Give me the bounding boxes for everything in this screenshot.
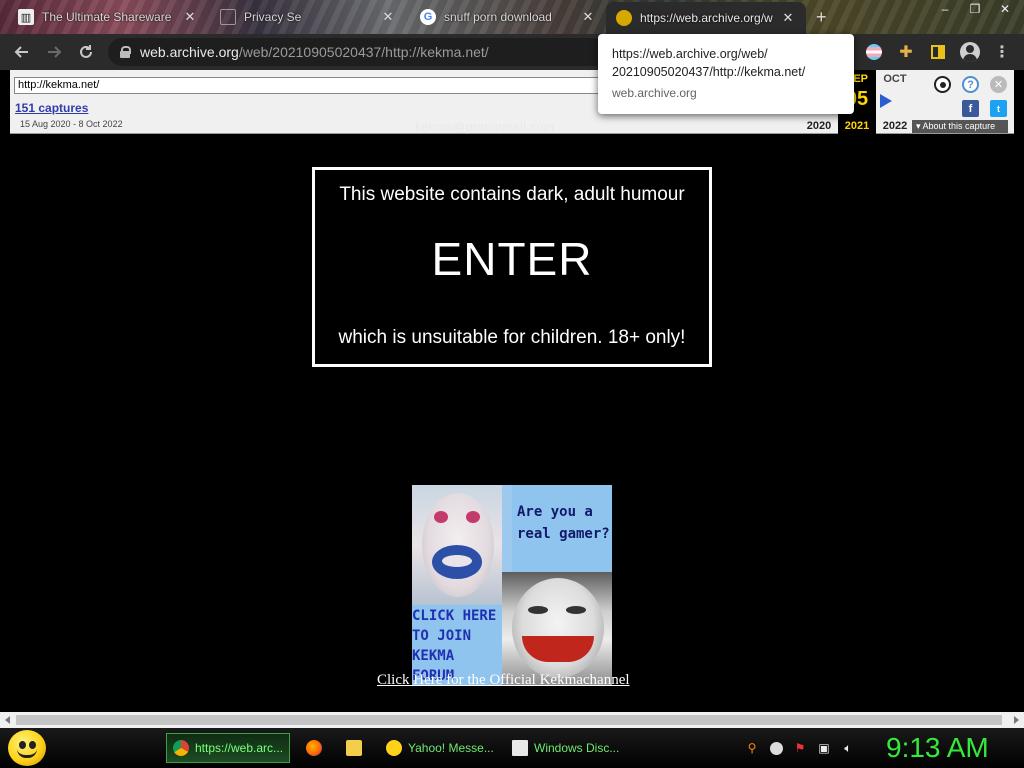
browser-toolbar: web.archive.org/web/20210905020437/http:… (0, 34, 1024, 70)
tab-google-search[interactable]: G snuff porn download ✕ (410, 2, 606, 32)
tab-title: snuff porn download (444, 10, 552, 24)
calendar-column-2022[interactable]: OCT 2022 (876, 70, 914, 134)
document-icon (512, 740, 528, 756)
forum-question-text: Are you a real gamer? (517, 504, 610, 542)
enter-link[interactable]: ENTER (315, 232, 709, 286)
close-icon[interactable]: ✕ (780, 10, 796, 26)
start-button-smiley-icon[interactable] (8, 730, 46, 766)
scroll-right-arrow-icon[interactable] (1014, 716, 1019, 724)
lock-icon (120, 46, 131, 58)
tab-privacy[interactable]: Privacy Se ✕ (210, 2, 406, 32)
clown-child-photo (412, 485, 502, 605)
horizontal-scrollbar[interactable] (0, 712, 1024, 728)
tab-title: https://web.archive.org/w (640, 11, 773, 25)
blank-page-icon (220, 9, 236, 25)
yahoo-messenger-icon (386, 740, 402, 756)
forward-arrow-icon (48, 46, 62, 58)
tab-web-archive[interactable]: https://web.archive.org/w ✕ (606, 2, 806, 34)
url-path: /web/20210905020437/http://kekma.net/ (238, 44, 489, 60)
warning-bottom-text: which is unsuitable for children. 18+ on… (338, 327, 686, 348)
taskbar-item-firefox[interactable] (300, 733, 332, 763)
reload-icon (80, 45, 92, 58)
network-icon[interactable]: ▣ (816, 740, 832, 756)
firefox-icon (306, 740, 322, 756)
about-label: About this capture (922, 121, 996, 131)
year-label: 2020 (806, 120, 832, 132)
next-capture-arrow-icon[interactable] (880, 94, 892, 108)
messenger-tray-icon[interactable] (768, 740, 784, 756)
tooltip-domain: web.archive.org (612, 86, 697, 100)
page-email-text: kekma@protonmail.com (415, 120, 555, 134)
close-icon[interactable]: ✕ (380, 9, 396, 25)
tab-title: Privacy Se (244, 10, 302, 24)
enter-warning-box[interactable]: This website contains dark, adult humour… (312, 167, 712, 367)
about-this-capture-button[interactable]: ▾ About this capture (912, 120, 1008, 133)
window-close-button[interactable]: ✕ (990, 0, 1020, 18)
scrollbar-thumb[interactable] (16, 715, 1002, 725)
captures-link[interactable]: 151 captures (15, 101, 88, 115)
capture-date-range: 15 Aug 2020 - 8 Oct 2022 (20, 119, 123, 129)
taskbar: https://web.arc... Yahoo! Messe... Windo… (0, 728, 1024, 768)
scroll-left-arrow-icon[interactable] (5, 716, 10, 724)
search-icon[interactable]: ⚲ (744, 740, 760, 756)
tooltip-url-line1: https://web.archive.org/web/ (612, 47, 768, 61)
sidebar-reading-list-icon[interactable] (928, 42, 948, 62)
pride-flag-extension-icon[interactable] (864, 42, 884, 62)
screen: ▥ The Ultimate Shareware ✕ Privacy Se ✕ … (0, 0, 1024, 768)
reload-button[interactable] (74, 40, 98, 64)
forward-button[interactable] (42, 40, 66, 64)
back-arrow-icon (14, 46, 28, 58)
task-label: Yahoo! Messe... (408, 741, 494, 755)
task-label: https://web.arc... (195, 741, 284, 755)
official-kekmachannel-link[interactable]: Click Here for the Official Kekmachannel (377, 672, 630, 689)
extensions-puzzle-icon[interactable]: ✚ (896, 42, 916, 62)
tab-title: The Ultimate Shareware (42, 10, 172, 24)
volume-icon[interactable]: 🔈︎ (840, 740, 856, 756)
taskbar-clock[interactable]: 9:13 AM (886, 732, 989, 764)
user-account-icon[interactable] (934, 76, 951, 93)
forum-banner-image[interactable]: Are you a real gamer? CLICK HERE TO JOIN… (412, 485, 612, 685)
smiley-eye (19, 741, 26, 749)
clown-man-photo (502, 572, 612, 685)
url-host: web.archive.org (140, 44, 239, 60)
action-center-flag-icon[interactable]: ⚑ (792, 740, 808, 756)
facebook-icon[interactable]: f (962, 100, 979, 117)
profile-avatar-icon[interactable] (960, 42, 980, 62)
tooltip-url-line2: 20210905020437/http://kekma.net/ (612, 65, 806, 79)
google-icon: G (420, 9, 436, 25)
back-button[interactable] (10, 40, 34, 64)
twitter-icon[interactable]: t (990, 100, 1007, 117)
browser-tab-strip: ▥ The Ultimate Shareware ✕ Privacy Se ✕ … (0, 0, 1024, 34)
wayback-icons: ? ✕ f t (930, 74, 1010, 122)
warning-top-text: This website contains dark, adult humour (339, 184, 685, 205)
close-wayback-icon[interactable]: ✕ (990, 76, 1007, 93)
minimize-button[interactable]: – (930, 0, 960, 18)
new-tab-button[interactable]: + (816, 7, 827, 28)
smiley-eye (29, 741, 36, 749)
task-label: Windows Disc... (534, 741, 620, 755)
taskbar-item-windows-disc[interactable]: Windows Disc... (506, 733, 626, 763)
wayback-url-input[interactable]: http://kekma.net/ (14, 77, 614, 94)
archive-icon: ▥ (18, 9, 34, 25)
smiley-mouth (17, 749, 37, 758)
folder-icon (346, 740, 362, 756)
taskbar-item-folder[interactable] (340, 733, 372, 763)
year-label: 2022 (882, 120, 908, 132)
help-icon[interactable]: ? (962, 76, 979, 93)
chrome-icon (173, 740, 189, 756)
tab-shareware[interactable]: ▥ The Ultimate Shareware ✕ (8, 2, 208, 32)
close-icon[interactable]: ✕ (580, 9, 596, 25)
maximize-button[interactable]: ❐ (960, 0, 990, 18)
menu-kebab-icon[interactable]: ⋮ (992, 42, 1012, 62)
taskbar-item-yahoo-messenger[interactable]: Yahoo! Messe... (380, 733, 498, 763)
tab-hover-tooltip: https://web.archive.org/web/ 20210905020… (598, 34, 854, 114)
web-archive-favicon-icon (616, 10, 632, 26)
year-label: 2021 (844, 120, 870, 132)
wayback-toolbar: http://kekma.net/ 151 captures 15 Aug 20… (10, 70, 1014, 134)
close-icon[interactable]: ✕ (182, 9, 198, 25)
month-label: OCT (883, 73, 907, 85)
taskbar-item-chrome[interactable]: https://web.arc... (166, 733, 290, 763)
